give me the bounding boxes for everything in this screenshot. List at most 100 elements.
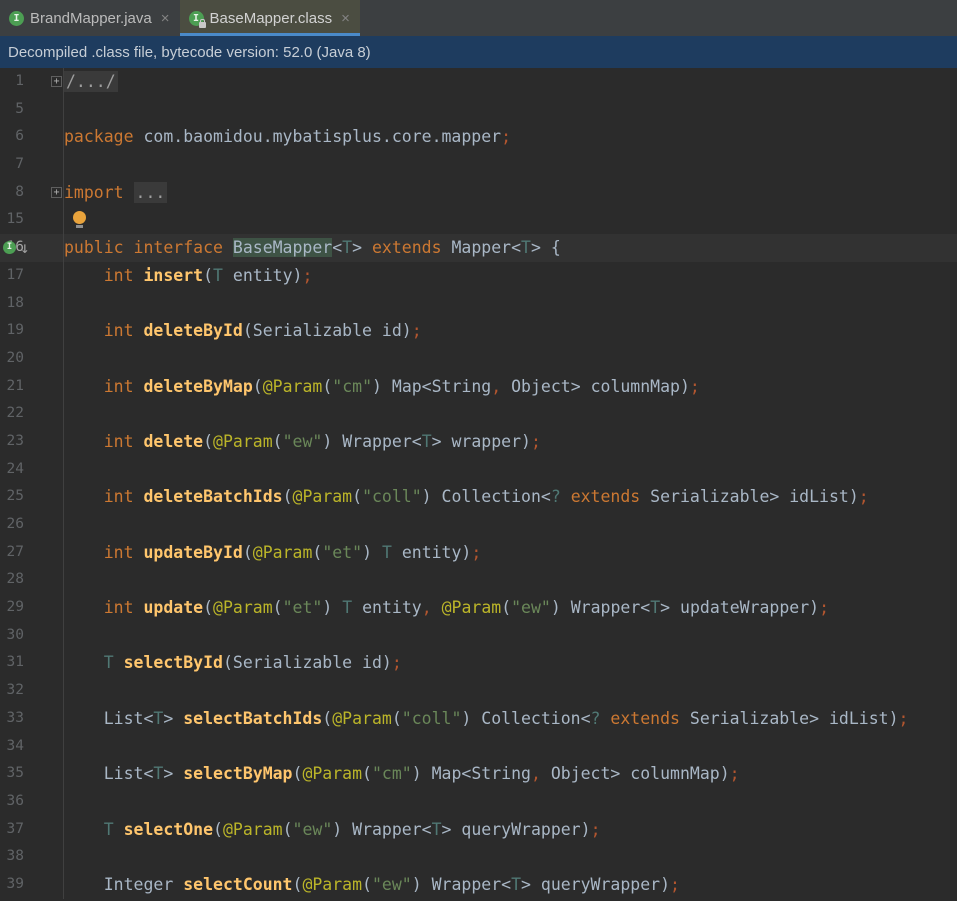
gutter[interactable]: 33 [0, 704, 64, 733]
line-number[interactable]: 8 [0, 179, 24, 207]
line-number[interactable]: 5 [0, 96, 24, 124]
code-line[interactable] [64, 733, 957, 761]
code-line[interactable] [64, 566, 957, 594]
gutter[interactable]: 34 [0, 732, 64, 761]
tab-basemapper-class[interactable]: BaseMapper.class × [179, 0, 360, 36]
line-number[interactable]: 38 [0, 843, 24, 871]
gutter[interactable]: 36 [0, 787, 64, 816]
code-line[interactable]: int insert(T entity); [64, 262, 957, 290]
code-line[interactable] [64, 788, 957, 816]
code-line[interactable] [64, 290, 957, 318]
code-line[interactable] [64, 511, 957, 539]
code-line[interactable] [64, 345, 957, 373]
code-line[interactable] [64, 206, 957, 234]
line-number[interactable]: 19 [0, 317, 24, 345]
code-line[interactable] [64, 400, 957, 428]
line-number[interactable]: 39 [0, 871, 24, 899]
line-number[interactable]: 26 [0, 511, 24, 539]
gutter[interactable]: 17 [0, 261, 64, 290]
line-number[interactable]: 17 [0, 262, 24, 290]
intention-bulb-icon[interactable] [73, 211, 86, 229]
tab-brandmapper-java[interactable]: BrandMapper.java × [0, 0, 180, 36]
line-number[interactable]: 33 [0, 705, 24, 733]
gutter[interactable]: 16I↓ [0, 234, 64, 262]
gutter[interactable]: 35 [0, 760, 64, 788]
code-line[interactable] [64, 677, 957, 705]
gutter[interactable]: 6 [0, 123, 64, 152]
line-number[interactable]: 34 [0, 733, 24, 761]
gutter[interactable]: 27 [0, 538, 64, 567]
line-number[interactable]: 24 [0, 456, 24, 484]
code-line[interactable] [64, 151, 957, 179]
gutter[interactable]: 21 [0, 372, 64, 401]
code-line[interactable]: int deleteBatchIds(@Param("coll") Collec… [64, 483, 957, 511]
line-number[interactable]: 32 [0, 677, 24, 705]
line-number[interactable]: 22 [0, 400, 24, 428]
code-line[interactable]: T selectOne(@Param("ew") Wrapper<T> quer… [64, 816, 957, 844]
code-line[interactable] [64, 622, 957, 650]
line-number[interactable]: 29 [0, 594, 24, 622]
gutter[interactable]: 37 [0, 815, 64, 844]
code-line[interactable]: int updateById(@Param("et") T entity); [64, 539, 957, 567]
gutter[interactable]: 15 [0, 206, 64, 235]
gutter[interactable]: 25 [0, 483, 64, 511]
line-number[interactable]: 37 [0, 816, 24, 844]
line-number[interactable]: 35 [0, 760, 24, 788]
code-line[interactable]: Integer selectCount(@Param("ew") Wrapper… [64, 871, 957, 899]
line-number[interactable]: 23 [0, 428, 24, 456]
code-line[interactable] [64, 96, 957, 124]
gutter[interactable]: 7 [0, 151, 64, 179]
gutter[interactable]: 1 + [0, 68, 64, 96]
line-number[interactable]: 30 [0, 622, 24, 650]
gutter[interactable]: 8 + [0, 178, 64, 207]
line-number[interactable]: 20 [0, 345, 24, 373]
fold-marker-icon[interactable]: + [51, 76, 62, 87]
gutter[interactable]: 22 [0, 400, 64, 428]
implementations-arrow-icon[interactable]: ↓ [20, 234, 30, 262]
gutter[interactable]: 31 [0, 649, 64, 678]
line-number[interactable]: 1 [0, 68, 24, 96]
code-line[interactable] [64, 843, 957, 871]
gutter[interactable]: 39 [0, 870, 64, 899]
line-number[interactable]: 27 [0, 539, 24, 567]
line-number[interactable]: 21 [0, 373, 24, 401]
line-number[interactable]: 25 [0, 483, 24, 511]
gutter[interactable]: 19 [0, 317, 64, 345]
gutter[interactable]: 38 [0, 843, 64, 871]
code-line[interactable]: /.../ [64, 68, 957, 96]
editor-line-row: 22 [0, 400, 957, 428]
gutter[interactable]: 23 [0, 427, 64, 456]
code-line[interactable]: package com.baomidou.mybatisplus.core.ma… [64, 123, 957, 151]
gutter[interactable]: 28 [0, 566, 64, 595]
code-line[interactable]: int delete(@Param("ew") Wrapper<T> wrapp… [64, 428, 957, 456]
gutter[interactable]: 24 [0, 455, 64, 484]
code-editor[interactable]: 1 +/.../5 6 package com.baomidou.mybatisplu… [0, 68, 957, 901]
line-number[interactable]: 18 [0, 290, 24, 318]
gutter[interactable]: 29 [0, 594, 64, 622]
code-line[interactable]: public interface BaseMapper<T> extends M… [64, 234, 957, 262]
line-number[interactable]: 7 [0, 151, 24, 179]
code-line[interactable]: int update(@Param("et") T entity, @Param… [64, 594, 957, 622]
line-number[interactable]: 36 [0, 788, 24, 816]
line-number[interactable]: 15 [0, 206, 24, 234]
fold-marker-icon[interactable]: + [51, 186, 62, 198]
line-number[interactable]: 28 [0, 566, 24, 594]
line-number[interactable]: 31 [0, 649, 24, 677]
gutter[interactable]: 20 [0, 344, 64, 373]
code-line[interactable]: List<T> selectByMap(@Param("cm") Map<Str… [64, 760, 957, 788]
gutter[interactable]: 5 [0, 95, 64, 124]
gutter[interactable]: 18 [0, 289, 64, 318]
line-number[interactable]: 6 [0, 123, 24, 151]
close-icon[interactable]: × [161, 11, 170, 26]
gutter[interactable]: 26 [0, 511, 64, 539]
code-line[interactable]: int deleteById(Serializable id); [64, 317, 957, 345]
code-line[interactable]: T selectById(Serializable id); [64, 649, 957, 677]
code-line[interactable]: import ... [64, 179, 957, 207]
close-icon[interactable]: × [341, 11, 350, 26]
code-line[interactable]: int deleteByMap(@Param("cm") Map<String,… [64, 373, 957, 401]
editor-line-row: 15 [0, 206, 957, 235]
code-line[interactable] [64, 456, 957, 484]
gutter[interactable]: 32 [0, 677, 64, 705]
gutter[interactable]: 30 [0, 621, 64, 650]
code-line[interactable]: List<T> selectBatchIds(@Param("coll") Co… [64, 705, 957, 733]
